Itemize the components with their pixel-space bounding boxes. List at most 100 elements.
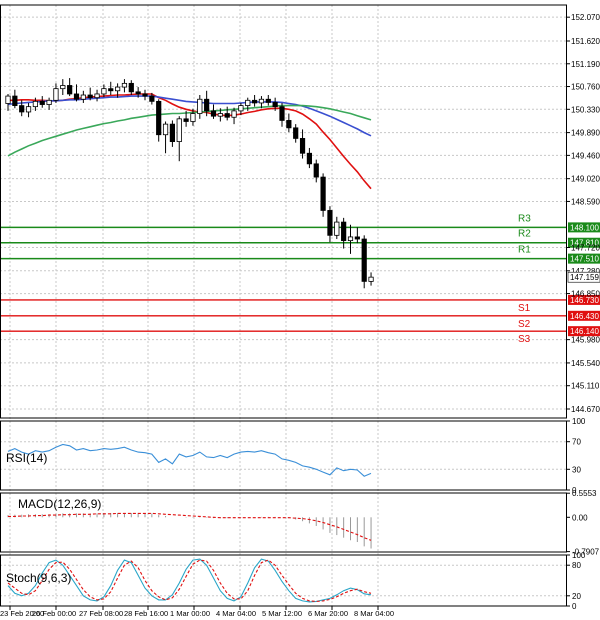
price-tick-label: 145.980 [571,336,600,345]
candle-body [19,105,25,113]
pivot-levels: R3148.100R2147.810R1147.510S1146.730S214… [0,213,600,345]
price-tick-label: 148.590 [571,197,600,206]
candle [327,206,333,243]
level-value-s2: 146.430 [570,312,599,321]
candle-body [224,113,230,118]
candle [334,216,340,240]
moving-average-line [7,104,372,157]
candle-body [313,163,319,178]
price-tick-label: 151.620 [571,37,600,46]
candle [361,235,367,289]
candle [5,93,11,111]
candle-body [210,110,217,117]
price-tick-label: 145.540 [571,359,600,368]
level-name-r3: R3 [518,213,531,224]
candle-body [361,238,367,282]
candle-body [306,152,313,165]
candle-body [169,123,175,143]
candle-body [258,98,265,104]
level-name-r2: R2 [518,229,531,240]
candle [210,104,217,119]
current-price-value: 147.159 [570,273,599,282]
level-name-r1: R1 [518,245,531,256]
candle [46,97,52,110]
x-tick-label: 26 Feb 00:00 [32,609,76,618]
candle [73,84,80,102]
rsi-line [7,443,372,477]
candle [265,95,271,106]
candle [306,147,313,169]
chart-canvas: R3148.100R2147.810R1147.510S1146.730S214… [0,4,600,618]
candle-body [80,94,86,100]
candle [162,121,169,154]
rsi-label: RSI(14) [6,451,47,465]
candle-body [115,86,121,92]
rsi-tick-label: 70 [572,438,581,447]
candle-body [251,99,258,104]
rsi-tick-label: 100 [572,417,586,426]
rsi-tick-label: 30 [572,465,581,474]
candle [39,96,45,108]
stoch-tick-label: 20 [572,592,581,601]
candle [169,120,175,147]
candle [60,79,66,96]
level-name-s3: S3 [518,334,531,345]
candle [121,79,128,93]
price-tick-label: 144.670 [571,405,600,414]
level-name-s1: S1 [518,303,531,314]
candle [279,102,285,127]
candle-body [32,100,39,108]
price-tick-label: 151.190 [571,60,600,69]
macd-tick-label: 0.00 [572,513,588,522]
candle [354,227,360,244]
candle-body [162,123,169,136]
candle-body [101,88,107,95]
candle-body [183,118,189,122]
x-tick-label: 8 Mar 04:00 [354,609,394,618]
candle-body [5,95,11,104]
x-tick-label: 1 Mar 00:00 [170,609,210,618]
candle [197,95,203,119]
candle [94,89,100,102]
price-tick-label: 149.460 [571,151,600,160]
price-tick-label: 147.720 [571,244,600,253]
candle-body [272,102,278,108]
candle-body [368,276,374,282]
candle-body [334,221,340,236]
price-tick-label: 149.890 [571,129,600,138]
candle [25,102,32,118]
x-tick-label: 4 Mar 04:00 [216,609,256,618]
level-value-r3: 148.100 [570,223,599,232]
candle-body [341,221,347,242]
candle-body [25,106,32,113]
stoch-tick-label: 0 [572,602,577,611]
stoch-tick-label: 80 [572,561,581,570]
candle-body [149,95,155,102]
candle [251,95,258,107]
panel-frame-rsi [0,420,567,491]
candle [176,116,182,162]
price-tick-label: 150.330 [571,105,600,114]
candle-body [286,120,292,129]
candle-body [87,94,93,99]
candle-body [156,100,162,136]
price-tick-label: 152.070 [571,13,600,22]
macd-label: MACD(12,26,9) [18,497,101,511]
level-value-r1: 147.510 [570,255,599,264]
candle-body [12,95,18,107]
panel-frame-stoch [0,554,567,607]
candle [341,217,347,249]
price-tick-label: 149.020 [571,175,600,184]
candle-body [238,105,244,112]
candle-body [94,93,100,99]
candle [347,224,354,254]
candle [142,89,148,101]
stoch-panel: 10080 200 [0,551,586,611]
candle [67,78,73,97]
candle-body [46,99,52,105]
candle-body [293,127,299,139]
candle [108,81,114,96]
candle [299,129,306,159]
candle-body [245,99,251,107]
candle-body [299,138,306,154]
